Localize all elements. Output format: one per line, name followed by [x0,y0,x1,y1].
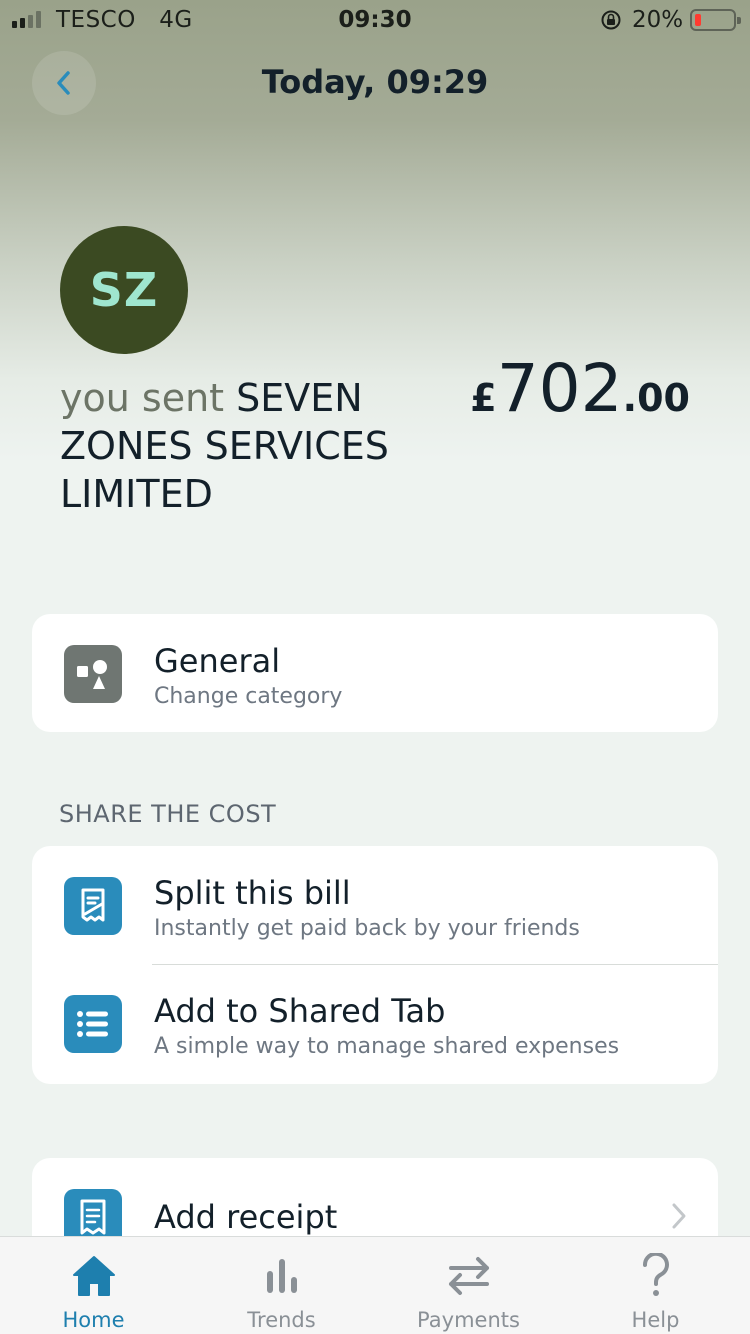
tab-payments[interactable]: Payments [375,1237,562,1334]
tab-home-label: Home [62,1308,125,1332]
tab-help-label: Help [631,1308,680,1332]
status-bar: TESCO 4G 09:30 20% [0,0,750,40]
bar-chart-icon [266,1259,297,1293]
tab-help[interactable]: Help [562,1237,749,1334]
question-icon [642,1253,669,1296]
list-icon [64,995,122,1053]
add-receipt-title: Add receipt [154,1198,338,1236]
rotation-lock-icon [601,10,621,30]
battery-percentage: 20% [632,7,684,33]
amount-whole: 702 [496,350,623,427]
shared-tab-title: Add to Shared Tab [154,992,446,1030]
shapes-icon [64,645,122,703]
share-section-label: SHARE THE COST [59,800,277,828]
tab-trends-label: Trends [247,1308,316,1332]
transaction-detail-screen: TESCO 4G 09:30 20% Today, 09:29 SZ you s… [0,0,750,1334]
share-cost-card: Split this bill Instantly get paid back … [32,846,718,1084]
currency-symbol: £ [470,376,497,420]
battery-icon [690,9,741,31]
home-icon [72,1256,115,1296]
category-card[interactable]: General Change category [32,614,718,732]
tab-trends[interactable]: Trends [188,1237,375,1334]
transaction-headline: you sent SEVEN ZONES SERVICES LIMITED [60,374,450,518]
shared-tab-subtitle: A simple way to manage shared expenses [154,1034,620,1059]
page-title: Today, 09:29 [261,63,489,101]
split-bill-row[interactable]: Split this bill Instantly get paid back … [32,846,718,964]
amount-fraction: .00 [622,376,690,420]
tab-bar: Home Trends Payments Help [0,1236,750,1334]
shared-tab-row[interactable]: Add to Shared Tab A simple way to manage… [32,964,718,1082]
chevron-right-icon [672,1203,686,1229]
split-bill-subtitle: Instantly get paid back by your friends [154,916,580,941]
category-row[interactable]: General Change category [32,614,718,732]
transfer-arrows-icon [448,1257,489,1295]
tab-payments-label: Payments [417,1308,520,1332]
split-bill-icon [64,877,122,935]
tab-home[interactable]: Home [0,1237,187,1334]
transaction-amount: £702.00 [470,350,690,427]
split-bill-title: Split this bill [154,874,351,912]
change-category-link[interactable]: Change category [154,684,342,709]
category-title: General [154,642,281,680]
avatar: SZ [60,226,188,354]
headline-lead: you sent [60,376,225,420]
avatar-initials: SZ [89,263,159,317]
